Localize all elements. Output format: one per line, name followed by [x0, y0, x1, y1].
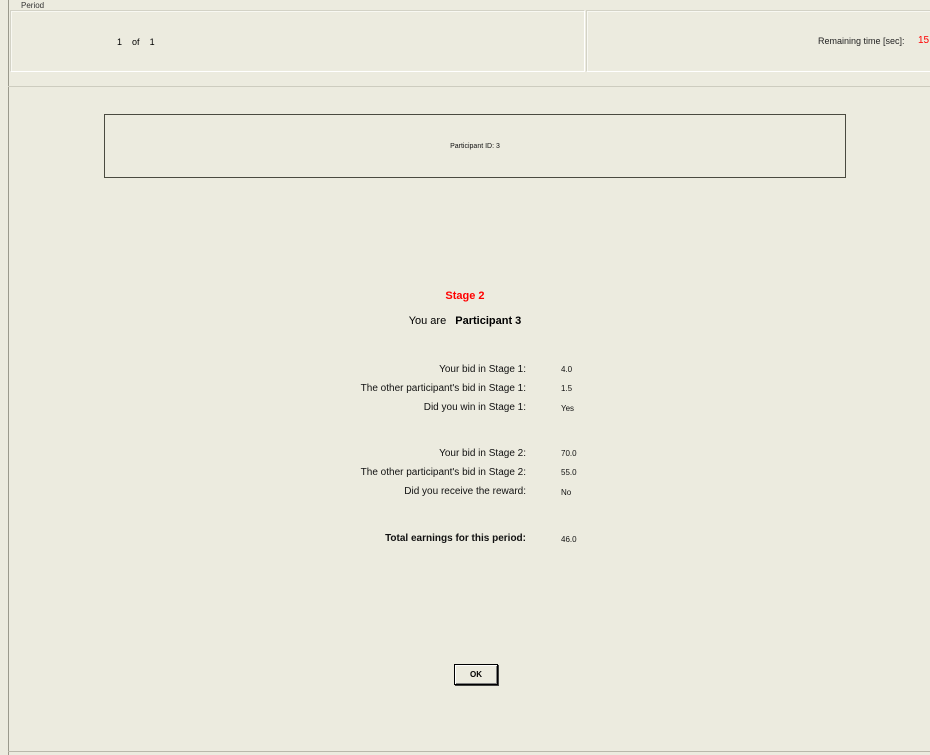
ok-button[interactable]: OK	[454, 664, 498, 685]
stage2-own-bid-label: Your bid in Stage 2:	[439, 448, 526, 459]
stage1-win-value: Yes	[561, 404, 575, 413]
remaining-time-value: 15	[918, 35, 930, 46]
stage1-other-bid-label: The other participant's bid in Stage 1:	[360, 383, 526, 394]
period-legend: Period	[19, 1, 47, 10]
bottom-frame-edge	[8, 751, 930, 755]
stage1-other-bid-value: 1.5	[561, 384, 573, 393]
left-frame-edge	[0, 0, 9, 755]
you-are-prefix: You are	[408, 315, 447, 327]
stage2-other-bid-value: 55.0	[561, 468, 577, 477]
total-earnings-value: 46.0	[561, 535, 577, 544]
remaining-time-label: Remaining time [sec]:	[818, 36, 905, 46]
period-panel	[10, 10, 585, 72]
total-earnings-label: Total earnings for this period:	[385, 533, 526, 544]
you-are-line: You are Participant 3	[0, 315, 930, 327]
stage2-other-bid-label: The other participant's bid in Stage 2:	[360, 467, 526, 478]
stage1-win-label: Did you win in Stage 1:	[423, 402, 526, 413]
stage1-own-bid-label: Your bid in Stage 1:	[439, 364, 526, 375]
period-counter: 1 of 1	[117, 37, 155, 47]
stage2-reward-value: No	[561, 488, 572, 497]
period-of: of	[132, 37, 140, 47]
participant-name: Participant 3	[455, 315, 522, 327]
stage1-own-bid-value: 4.0	[561, 365, 573, 374]
participant-id-box: Participant ID: 3	[104, 114, 846, 178]
stage2-own-bid-value: 70.0	[561, 449, 577, 458]
period-current: 1	[117, 37, 123, 47]
participant-id-text: Participant ID: 3	[450, 142, 500, 150]
stage2-reward-label: Did you receive the reward:	[404, 486, 526, 497]
stage-title: Stage 2	[445, 290, 485, 302]
period-total: 1	[149, 37, 155, 47]
